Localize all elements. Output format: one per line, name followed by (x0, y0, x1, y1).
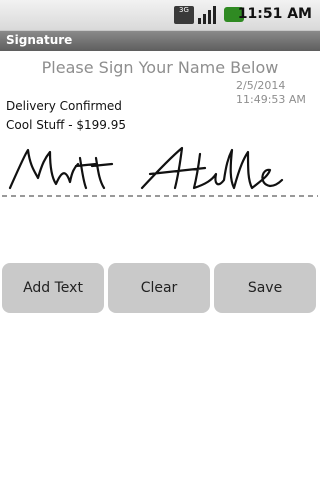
clear-button[interactable]: Clear (108, 263, 210, 313)
network-label: 3G (179, 6, 189, 14)
delivery-status: Delivery Confirmed (6, 99, 122, 113)
action-buttons: Add Text Clear Save (2, 263, 318, 313)
title-bar: Signature (0, 31, 320, 51)
save-button[interactable]: Save (214, 263, 316, 313)
signature-time: 11:49:53 AM (236, 93, 306, 106)
add-text-button[interactable]: Add Text (2, 263, 104, 313)
network-3g-icon: 3G (174, 6, 194, 24)
signature-pad[interactable] (0, 140, 320, 198)
window-title: Signature (6, 33, 73, 47)
signature-date: 2/5/2014 (236, 79, 286, 92)
status-time: 11:51 AM (237, 6, 312, 22)
status-bar: 3G 11:51 AM (0, 0, 320, 31)
signal-icon (198, 6, 216, 24)
signature-stroke (8, 146, 284, 190)
item-description: Cool Stuff - $199.95 (6, 118, 126, 132)
sign-instruction: Please Sign Your Name Below (41, 58, 279, 77)
